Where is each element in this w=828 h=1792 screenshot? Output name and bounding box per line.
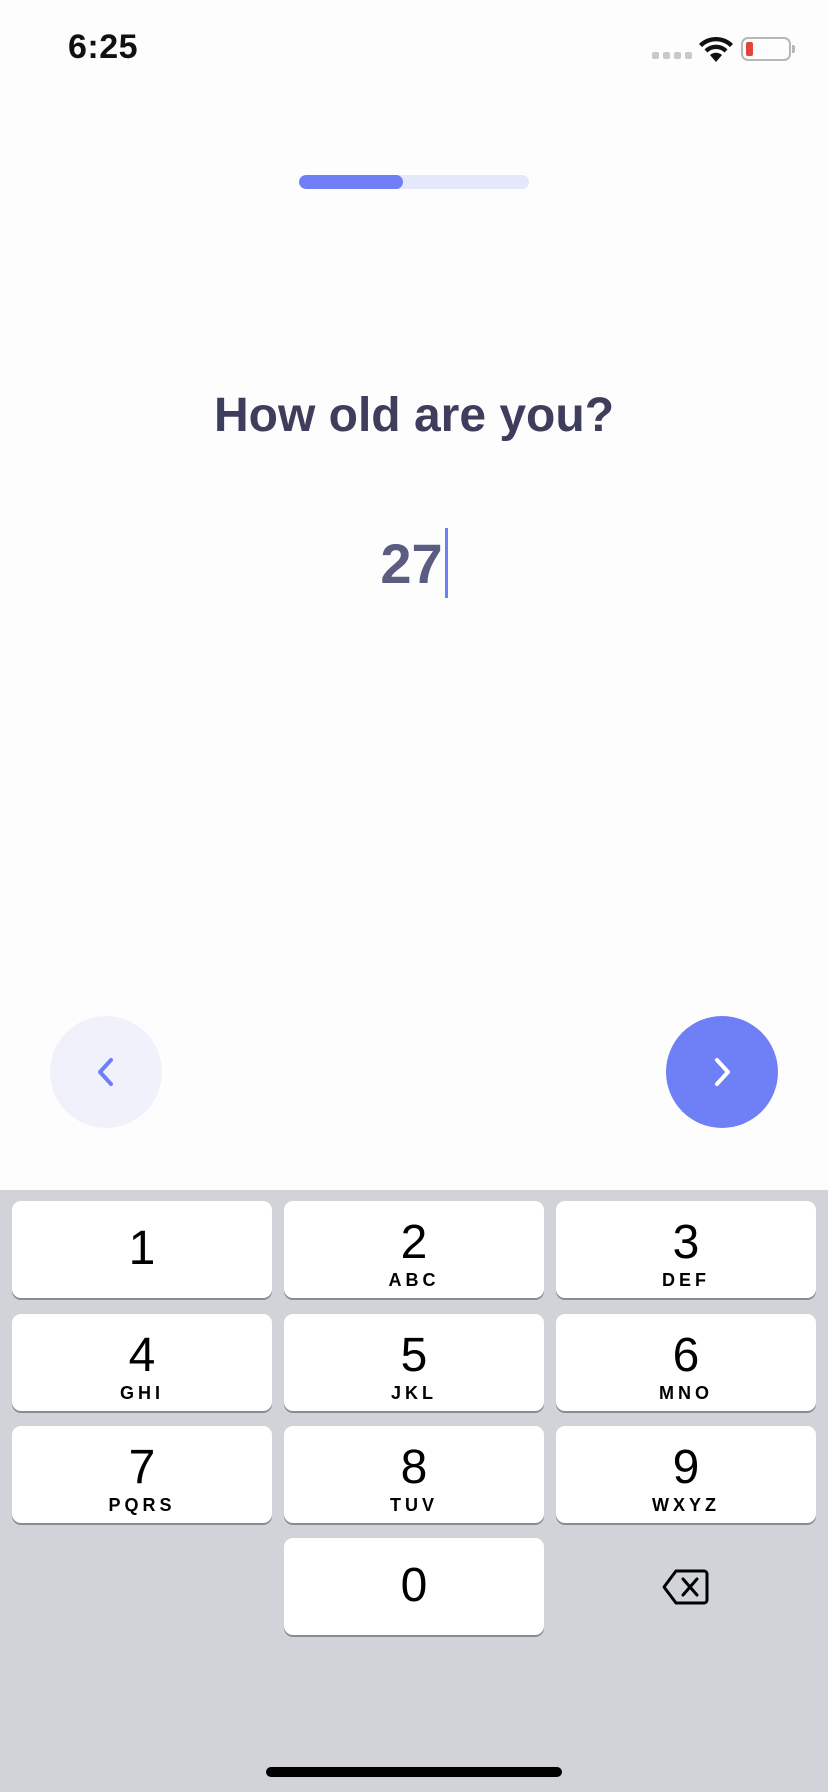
key-5[interactable]: 5 JKL xyxy=(284,1314,544,1411)
key-9[interactable]: 9 WXYZ xyxy=(556,1426,816,1523)
key-4[interactable]: 4 GHI xyxy=(12,1314,272,1411)
cellular-signal-icon xyxy=(652,52,692,59)
chevron-left-icon xyxy=(98,1058,113,1086)
key-1[interactable]: 1 xyxy=(12,1201,272,1298)
progress-fill xyxy=(299,175,403,189)
key-2[interactable]: 2 ABC xyxy=(284,1201,544,1298)
delete-key[interactable] xyxy=(556,1538,816,1635)
key-6[interactable]: 6 MNO xyxy=(556,1314,816,1411)
key-8[interactable]: 8 TUV xyxy=(284,1426,544,1523)
chevron-right-icon xyxy=(715,1058,730,1086)
age-value[interactable]: 27 xyxy=(380,532,442,595)
text-cursor xyxy=(444,528,448,598)
backspace-icon xyxy=(662,1569,709,1604)
key-7[interactable]: 7 PQRS xyxy=(12,1426,272,1523)
next-button[interactable] xyxy=(666,1016,778,1128)
status-time: 6:25 xyxy=(68,28,139,66)
onboarding-progress-bar xyxy=(299,175,529,189)
back-button[interactable] xyxy=(50,1016,162,1128)
wifi-icon xyxy=(699,36,733,62)
home-indicator[interactable] xyxy=(266,1767,562,1777)
key-3[interactable]: 3 DEF xyxy=(556,1201,816,1298)
age-input[interactable]: 27 xyxy=(0,528,828,600)
key-0[interactable]: 0 xyxy=(284,1538,544,1635)
battery-icon xyxy=(741,37,795,61)
question-title: How old are you? xyxy=(213,389,615,442)
numeric-keypad: 1 2 ABC 3 DEF 4 GHI 5 JKL 6 MNO 7 PQRS 8… xyxy=(0,1190,828,1792)
